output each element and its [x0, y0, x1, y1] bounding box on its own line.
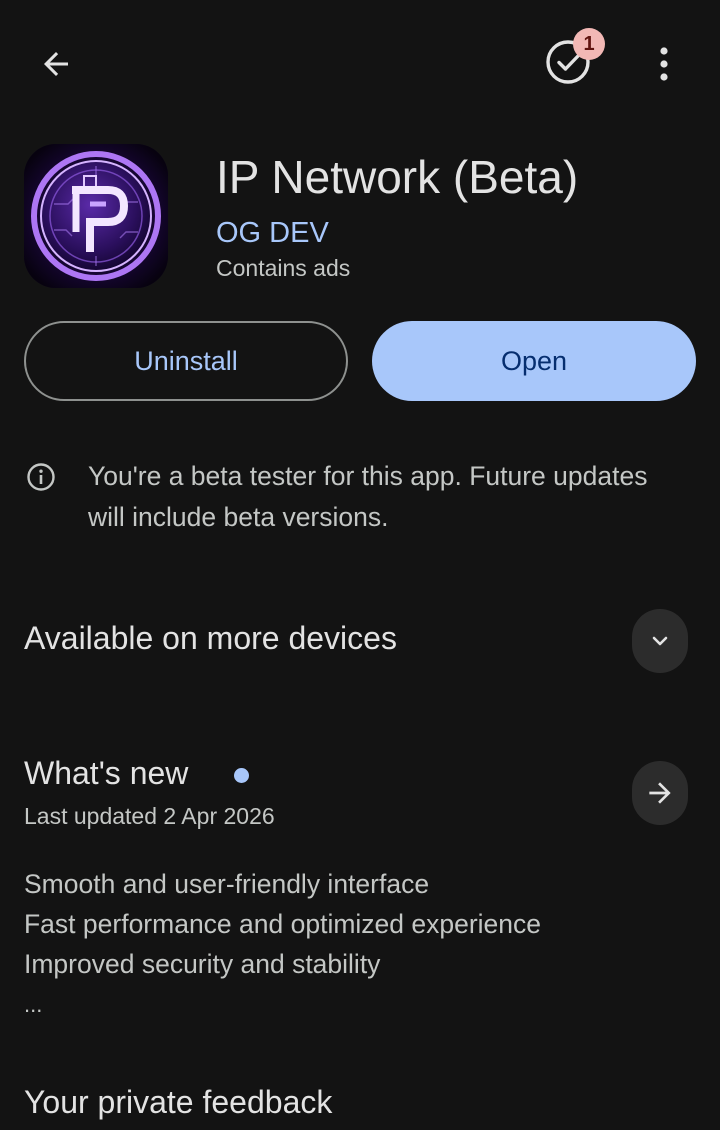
developer-link[interactable]: OG DEV [216, 214, 329, 252]
devices-expand-button[interactable] [632, 609, 688, 673]
last-updated: Last updated 2 Apr 2026 [24, 803, 275, 829]
new-indicator-dot [234, 768, 249, 783]
open-button[interactable]: Open [372, 321, 696, 401]
back-button[interactable] [24, 36, 88, 92]
beta-tester-notice: You're a beta tester for this app. Futur… [88, 461, 648, 532]
release-note: Smooth and user-friendly interface [24, 869, 430, 899]
release-notes: Smooth and user-friendly interface Fast … [24, 864, 541, 984]
arrow-back-icon [44, 52, 68, 76]
updates-badge: 1 [573, 28, 605, 60]
info-icon [27, 463, 55, 491]
release-note: Improved security and stability [24, 949, 381, 979]
devices-section-title[interactable]: Available on more devices [24, 620, 397, 657]
uninstall-button[interactable]: Uninstall [24, 321, 348, 401]
more-options-button[interactable] [640, 36, 688, 92]
whats-new-title[interactable]: What's new [24, 755, 188, 792]
chevron-down-icon [652, 636, 668, 646]
arrow-forward-icon [649, 782, 671, 804]
private-feedback-title[interactable]: Your private feedback [24, 1084, 332, 1121]
release-note: Fast performance and optimized experienc… [24, 909, 542, 939]
ip-network-logo [24, 144, 168, 288]
app-title: IP Network (Beta) [216, 151, 579, 203]
more-vertical-icon [660, 47, 668, 81]
ads-notice: Contains ads [216, 255, 351, 281]
release-notes-more: ... [24, 992, 43, 1017]
app-icon [24, 144, 168, 288]
whats-new-open-button[interactable] [632, 761, 688, 825]
